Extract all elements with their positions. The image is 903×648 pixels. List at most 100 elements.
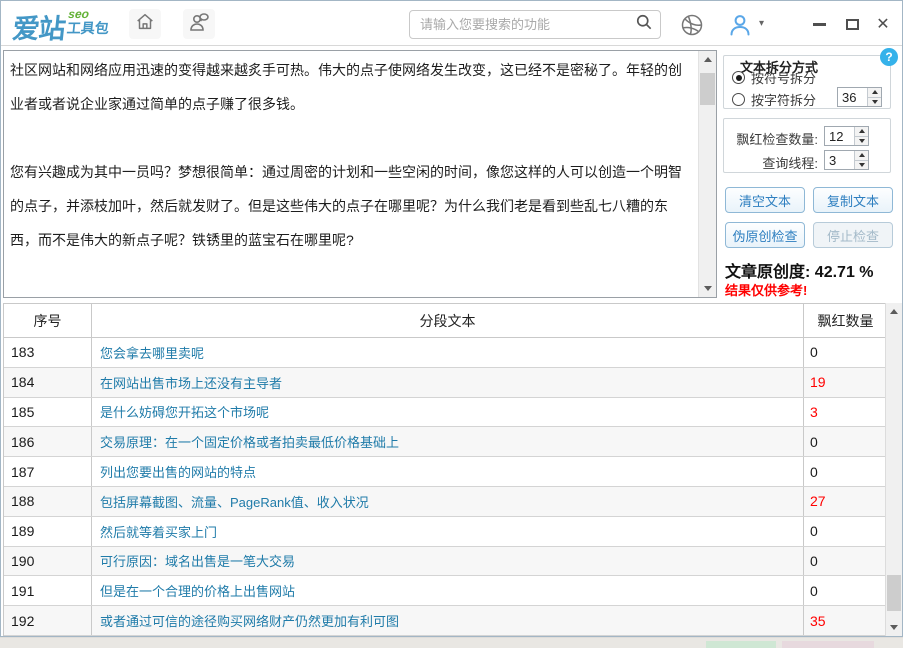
spin-up-icon[interactable] — [855, 127, 868, 137]
table-row[interactable]: 191 但是在一个合理的价格上出售网站 0 — [4, 576, 887, 607]
account-user-icon[interactable] — [727, 12, 753, 38]
network-globe-icon[interactable] — [679, 12, 705, 38]
row-index: 183 — [4, 338, 92, 367]
row-segment-text[interactable]: 或者通过可信的途径购买网络财产仍然更加有利可图 — [92, 606, 804, 635]
thread-value[interactable]: 3 — [825, 151, 854, 169]
row-index: 189 — [4, 516, 92, 546]
row-red-count: 0 — [810, 552, 818, 569]
spin-up-icon[interactable] — [868, 88, 881, 98]
table-row[interactable]: 186 交易原理：在一个固定价格或者拍卖最低价格基础上 0 — [4, 427, 887, 458]
segments-table: 序号 分段文本 飘红数量 183 您会拿去哪里卖呢 0 184 在网站出售市场上还没有主… — [3, 303, 887, 636]
scroll-down-icon[interactable] — [699, 280, 716, 297]
maximize-button[interactable] — [840, 15, 864, 33]
screen: 爱站 seo 工具包 请输入您要搜索的功能 ▾ ✕ 社区网站和网络应用迅速的变得… — [0, 0, 903, 648]
search-icon[interactable] — [634, 12, 654, 37]
table-row[interactable]: 190 可行原因：域名出售是一笔大交易 0 — [4, 546, 887, 577]
originality-value: 42.71 % — [814, 264, 874, 281]
table-row[interactable]: 189 然后就等着买家上门 0 — [4, 516, 887, 547]
check-settings-group: 飘红检查数量: 12 查询线程: 3 — [723, 118, 891, 173]
table-row[interactable]: 183 您会拿去哪里卖呢 0 — [4, 338, 887, 368]
spin-up-icon[interactable] — [855, 151, 868, 161]
radio-split-by-symbol[interactable]: 按符号拆分 — [732, 68, 816, 87]
close-button[interactable]: ✕ — [871, 15, 895, 33]
table-row[interactable]: 192 或者通过可信的途径购买网络财产仍然更加有利可图 35 — [4, 606, 887, 636]
table-header: 序号 分段文本 飘红数量 — [4, 304, 887, 338]
row-index: 187 — [4, 457, 92, 486]
header-segment-text: 分段文本 — [92, 304, 804, 337]
row-segment-text[interactable]: 然后就等着买家上门 — [92, 516, 804, 546]
row-red-count: 0 — [810, 582, 818, 599]
char-split-spinner: 36 — [837, 87, 882, 107]
row-segment-text[interactable]: 包括屏幕截图、流量、PageRank值、收入状况 — [92, 486, 804, 516]
red-check-label: 飘红检查数量: — [736, 132, 818, 147]
red-check-value[interactable]: 12 — [825, 127, 854, 145]
article-editor: 社区网站和网络应用迅速的变得越来越炙手可热。伟大的点子使网络发生改变，这已经不是… — [3, 50, 717, 298]
desktop-sliver-accent — [706, 641, 776, 648]
spin-down-icon[interactable] — [855, 160, 868, 169]
originality-label: 文章原创度: — [725, 264, 811, 281]
row-segment-text[interactable]: 列出您要出售的网站的特点 — [92, 457, 804, 486]
spin-down-icon[interactable] — [868, 97, 881, 106]
spin-down-icon[interactable] — [855, 136, 868, 145]
radio-char-label: 按字符拆分 — [751, 93, 817, 108]
table-row[interactable]: 187 列出您要出售的网站的特点 0 — [4, 457, 887, 487]
clear-text-button[interactable]: 清空文本 — [725, 187, 805, 213]
row-red-count: 0 — [810, 344, 818, 361]
scroll-down-icon[interactable] — [886, 619, 902, 636]
editor-scroll-thumb[interactable] — [700, 73, 715, 105]
split-mode-group: 文本拆分方式 按符号拆分 按字符拆分 36 — [723, 55, 891, 109]
row-red-count: 19 — [810, 374, 826, 391]
home-button[interactable] — [129, 9, 161, 39]
function-search — [409, 10, 661, 39]
result-disclaimer: 结果仅供参考! — [725, 283, 808, 298]
char-split-value[interactable]: 36 — [838, 88, 867, 106]
logo-sub-text: 工具包 — [66, 20, 110, 36]
table-scroll-thumb[interactable] — [887, 575, 901, 611]
header-red-count: 飘红数量 — [817, 312, 874, 329]
scroll-up-icon[interactable] — [699, 51, 716, 68]
row-red-count: 35 — [810, 612, 826, 629]
thread-label: 查询线程: — [762, 156, 818, 171]
row-index: 190 — [4, 546, 92, 576]
radio-icon[interactable] — [732, 93, 745, 106]
help-icon[interactable]: ? — [880, 48, 898, 66]
row-segment-text[interactable]: 可行原因：域名出售是一笔大交易 — [92, 546, 804, 576]
stop-check-button[interactable]: 停止检查 — [813, 222, 893, 248]
row-index: 186 — [4, 427, 92, 457]
user-feedback-icon — [187, 10, 211, 39]
header-index: 序号 — [4, 304, 92, 337]
logo-seo-text: seo — [67, 7, 90, 21]
row-red-count: 3 — [810, 403, 818, 420]
radio-icon[interactable] — [732, 71, 745, 84]
table-scrollbar[interactable] — [885, 303, 902, 636]
row-segment-text[interactable]: 是什么妨碍您开拓这个市场呢 — [92, 397, 804, 427]
red-check-spinner: 12 — [824, 126, 869, 146]
logo-main-text: 爱站 — [11, 14, 67, 44]
scroll-up-icon[interactable] — [886, 303, 902, 320]
row-segment-text[interactable]: 在网站出售市场上还没有主导者 — [92, 367, 804, 397]
copy-text-button[interactable]: 复制文本 — [813, 187, 893, 213]
table-row[interactable]: 188 包括屏幕截图、流量、PageRank值、收入状况 27 — [4, 486, 887, 517]
editor-scrollbar[interactable] — [698, 51, 716, 297]
app-logo: 爱站 seo 工具包 — [11, 7, 111, 46]
feedback-button[interactable] — [183, 9, 215, 39]
article-text[interactable]: 社区网站和网络应用迅速的变得越来越炙手可热。伟大的点子使网络发生改变，这已经不是… — [4, 51, 698, 297]
row-segment-text[interactable]: 但是在一个合理的价格上出售网站 — [92, 576, 804, 606]
row-red-count: 0 — [810, 523, 818, 540]
row-segment-text[interactable]: 您会拿去哪里卖呢 — [92, 338, 804, 367]
row-index: 191 — [4, 576, 92, 606]
table-row[interactable]: 185 是什么妨碍您开拓这个市场呢 3 — [4, 397, 887, 428]
row-index: 192 — [4, 606, 92, 635]
account-dropdown-caret[interactable]: ▾ — [759, 18, 764, 29]
settings-panel: 文本拆分方式 按符号拆分 按字符拆分 36 ? 飘红检查数量: 12 查询线程:… — [719, 46, 901, 298]
search-input[interactable] — [420, 17, 634, 32]
radio-symbol-label: 按符号拆分 — [751, 71, 817, 86]
row-segment-text[interactable]: 交易原理：在一个固定价格或者拍卖最低价格基础上 — [92, 427, 804, 457]
table-row[interactable]: 184 在网站出售市场上还没有主导者 19 — [4, 367, 887, 398]
desktop-sliver-accent — [782, 641, 874, 648]
pseudo-original-check-button[interactable]: 伪原创检查 — [725, 222, 805, 248]
app-window: 爱站 seo 工具包 请输入您要搜索的功能 ▾ ✕ 社区网站和网络应用迅速的变得… — [0, 0, 903, 637]
radio-split-by-char[interactable]: 按字符拆分 — [732, 90, 816, 109]
originality-result: 文章原创度: 42.71 % — [725, 258, 874, 282]
minimize-button[interactable] — [807, 15, 831, 33]
